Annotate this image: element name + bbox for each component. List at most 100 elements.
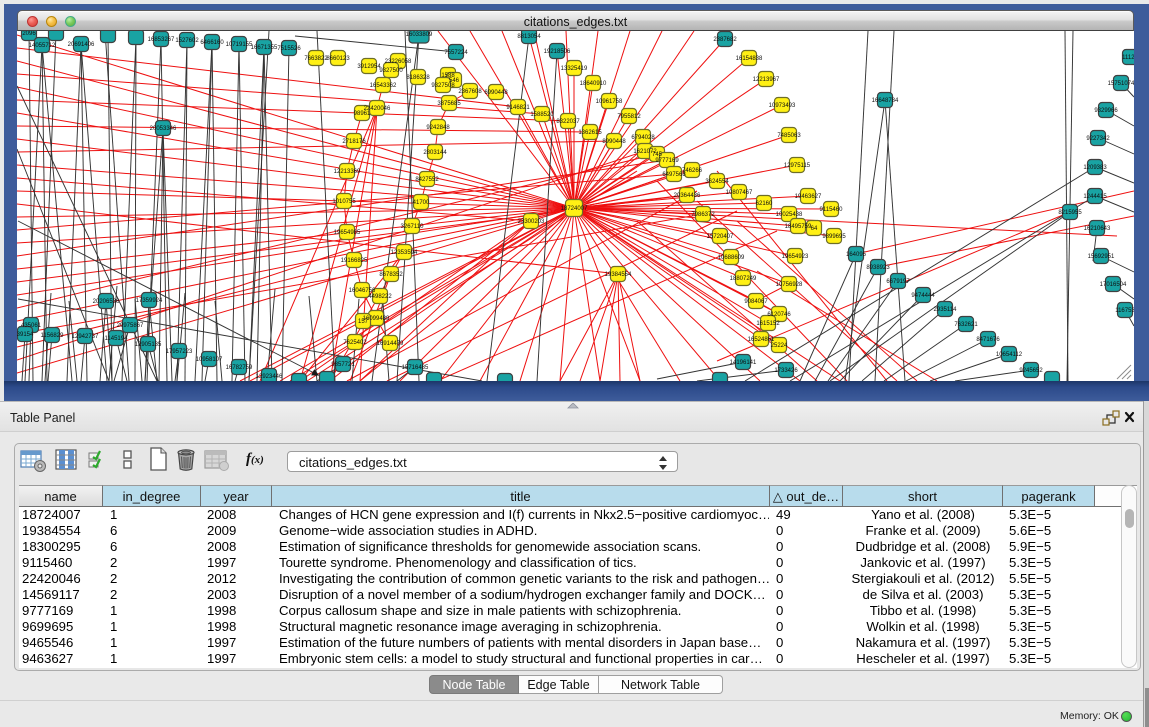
svg-text:19166825: 19166825 [341, 258, 368, 264]
svg-text:19463627: 19463627 [795, 194, 822, 200]
svg-text:116753: 116753 [1115, 308, 1134, 314]
svg-text:1145194: 1145194 [105, 336, 129, 342]
svg-text:19384554: 19384554 [605, 272, 632, 278]
svg-text:15751074: 15751074 [1108, 81, 1134, 87]
svg-text:8322037: 8322037 [556, 119, 580, 125]
svg-text:157: 157 [358, 319, 369, 325]
svg-text:7955812: 7955812 [617, 114, 641, 120]
svg-text:16782759: 16782759 [226, 365, 253, 371]
svg-text:20053346: 20053346 [150, 126, 177, 132]
svg-text:9474444: 9474444 [911, 293, 935, 299]
svg-text:2367608: 2367608 [458, 89, 482, 95]
svg-text:10719155: 10719155 [226, 42, 253, 48]
svg-text:7557224: 7557224 [444, 50, 468, 56]
svg-text:16914479: 16914479 [377, 341, 404, 347]
svg-text:8990448: 8990448 [602, 139, 626, 145]
svg-text:39154: 39154 [17, 332, 34, 338]
svg-text:14055712: 14055712 [29, 43, 56, 49]
svg-text:14196141: 14196141 [730, 360, 757, 366]
svg-text:7986372: 7986372 [691, 212, 715, 218]
svg-text:16671355: 16671355 [251, 45, 278, 51]
svg-text:6990448: 6990448 [484, 90, 508, 96]
svg-text:6679197: 6679197 [886, 279, 910, 285]
svg-text:164095: 164095 [846, 252, 867, 258]
svg-text:16853267: 16853267 [148, 37, 175, 43]
svg-text:6794028: 6794028 [631, 135, 655, 141]
svg-text:3912954: 3912954 [357, 64, 381, 70]
svg-text:16154838: 16154838 [736, 56, 763, 62]
svg-text:11123: 11123 [1122, 55, 1134, 61]
svg-text:12213369: 12213369 [334, 169, 361, 175]
svg-text:62160: 62160 [756, 201, 773, 207]
svg-text:4498222: 4498222 [368, 294, 392, 300]
svg-text:12975115: 12975115 [784, 163, 811, 169]
svg-text:10958107: 10958107 [196, 357, 223, 363]
svg-text:64: 64 [811, 226, 818, 232]
svg-text:12905135: 12905135 [135, 342, 162, 348]
svg-text:29975867: 29975867 [117, 323, 144, 329]
svg-text:10025438: 10025438 [776, 212, 803, 218]
svg-text:15716485: 15716485 [402, 365, 429, 371]
svg-text:10756928: 10756928 [776, 282, 803, 288]
svg-text:9146821: 9146821 [506, 105, 530, 111]
svg-text:19654923: 19654923 [782, 254, 809, 260]
svg-text:2387682: 2387682 [713, 37, 737, 43]
svg-text:6466160: 6466160 [200, 40, 224, 46]
svg-text:16648784: 16648784 [872, 98, 899, 104]
svg-text:12923446: 12923446 [256, 374, 283, 380]
svg-text:25224: 25224 [771, 343, 788, 349]
svg-text:10807467: 10807467 [726, 190, 753, 196]
svg-text:8660123: 8660123 [326, 56, 350, 62]
svg-text:17359924: 17359924 [136, 298, 163, 304]
svg-text:8215955: 8215955 [1058, 210, 1082, 216]
svg-text:10688609: 10688609 [718, 255, 745, 261]
svg-text:19218506: 19218506 [544, 49, 571, 55]
svg-text:12942737: 12942737 [72, 334, 99, 340]
svg-text:9327508: 9327508 [431, 83, 455, 89]
svg-text:1244415: 1244415 [1083, 194, 1107, 200]
svg-text:9327500: 9327500 [379, 68, 403, 74]
svg-text:7625402: 7625402 [343, 340, 367, 346]
svg-text:12213967: 12213967 [753, 77, 780, 83]
svg-text:9227342: 9227342 [1086, 136, 1110, 142]
svg-text:18724007: 18724007 [561, 206, 588, 212]
svg-text:9245652: 9245652 [1019, 368, 1043, 374]
svg-text:15692951: 15692951 [1088, 254, 1115, 260]
svg-text:8678352: 8678352 [379, 272, 403, 278]
svg-text:41700: 41700 [413, 200, 430, 206]
svg-text:19654985: 19654985 [334, 230, 361, 236]
svg-text:2718176: 2718176 [342, 139, 366, 145]
svg-text:1209383: 1209383 [1083, 165, 1107, 171]
svg-text:18640910: 18640910 [580, 81, 607, 87]
svg-text:13325419: 13325419 [561, 66, 588, 72]
svg-text:1615152: 1615152 [756, 321, 780, 327]
svg-text:8427552: 8427552 [415, 177, 439, 183]
svg-text:3875685: 3875685 [437, 101, 461, 107]
svg-text:20206536: 20206536 [93, 299, 120, 305]
svg-text:9084067: 9084067 [744, 299, 768, 305]
svg-text:7515526: 7515526 [277, 46, 301, 52]
svg-text:9329966: 9329966 [1094, 108, 1118, 114]
svg-text:1010755: 1010755 [332, 199, 356, 205]
svg-text:7663822: 7663822 [304, 56, 328, 62]
svg-text:3267110: 3267110 [401, 224, 425, 230]
svg-text:98961: 98961 [354, 111, 371, 117]
svg-text:8938923: 8938923 [866, 265, 890, 271]
svg-text:20364436: 20364436 [674, 193, 701, 199]
svg-text:7485063: 7485063 [777, 133, 801, 139]
svg-text:9857721: 9857721 [331, 362, 355, 368]
svg-text:1733426: 1733426 [774, 368, 798, 374]
svg-text:9899695: 9899695 [822, 234, 846, 240]
svg-text:8471676: 8471676 [976, 337, 1000, 343]
svg-text:20691406: 20691406 [68, 42, 95, 48]
svg-text:1156829: 1156829 [41, 333, 65, 339]
svg-text:2935114: 2935114 [934, 307, 958, 313]
svg-text:16210643: 16210643 [1084, 226, 1111, 232]
svg-text:9242848: 9242848 [426, 125, 450, 131]
svg-text:10973493: 10973493 [769, 103, 796, 109]
svg-text:1362615: 1362615 [578, 130, 602, 136]
svg-text:435061: 435061 [21, 323, 42, 329]
svg-text:18495759: 18495759 [785, 224, 812, 230]
svg-text:7632621: 7632621 [954, 322, 978, 328]
svg-text:2096: 2096 [22, 31, 36, 37]
